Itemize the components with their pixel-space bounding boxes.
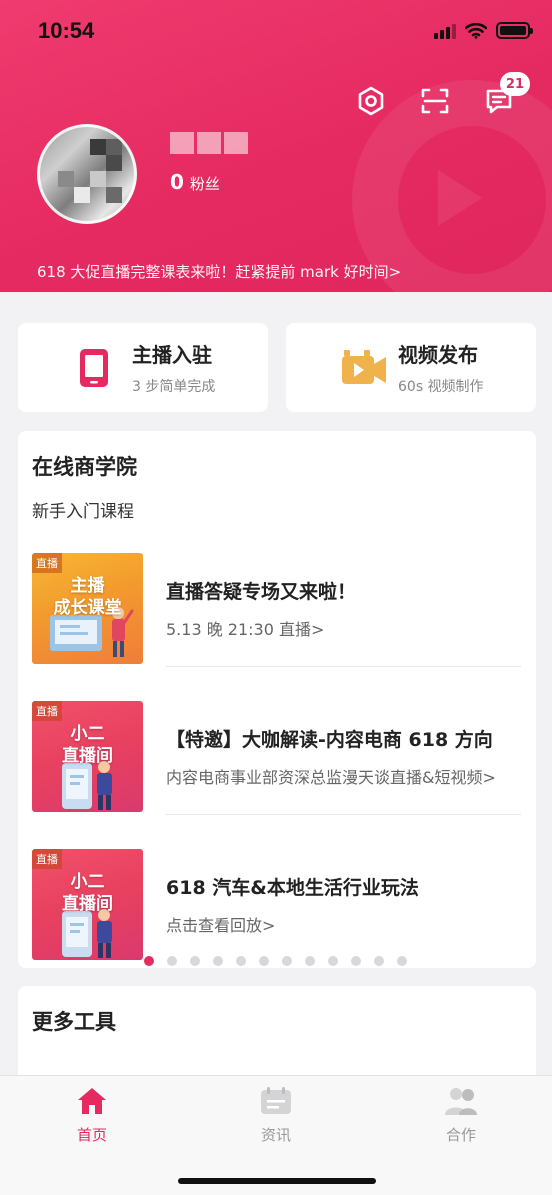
username-pixelated (170, 132, 248, 154)
course-item[interactable]: 直播 小二 直播间 【特邀】大咖解读-内容电商 618 方向 内容电商事业部资深… (32, 701, 522, 815)
video-camera-icon (340, 346, 388, 390)
fans-label: 粉丝 (189, 175, 220, 193)
live-tag: 直播 (32, 553, 62, 573)
divider (166, 666, 521, 667)
thumb-line-2: 直播间 (62, 746, 113, 766)
online-academy-card: 在线商学院 新手入门课程 直播 主播 成长课堂 直播答疑专场又来啦！ 5.13 … (18, 431, 536, 968)
status-time: 10:54 (38, 18, 95, 43)
course-title: 【特邀】大咖解读-内容电商 618 方向 (166, 729, 493, 751)
home-indicator (178, 1178, 376, 1184)
bottom-tab-bar: 首页 资讯 合作 (0, 1075, 552, 1195)
status-icons (434, 22, 533, 39)
course-thumbnail: 直播 小二 直播间 (32, 701, 143, 812)
cellular-signal-icon (434, 23, 456, 39)
home-icon (78, 1088, 106, 1114)
settings-button[interactable] (354, 84, 388, 118)
profile-header: 10:54 21 0 粉丝 618 大促直播完整课表来啦！赶紧提前 mark 好… (0, 0, 552, 292)
users-icon (445, 1088, 477, 1115)
academy-subtitle: 新手入门课程 (32, 502, 134, 522)
settings-hexagon-icon (358, 86, 384, 116)
promo-notice-link[interactable]: 618 大促直播完整课表来啦！赶紧提前 mark 好时间> (37, 261, 401, 282)
video-publish-title: 视频发布 (398, 343, 478, 367)
tab-news[interactable]: 资讯 (226, 1084, 326, 1145)
course-title: 618 汽车&本地生活行业玩法 (166, 877, 419, 899)
news-icon (261, 1087, 291, 1114)
pagination-dot[interactable] (328, 956, 338, 966)
divider (166, 814, 521, 815)
message-count-badge: 21 (499, 72, 530, 96)
pagination-dot[interactable] (351, 956, 361, 966)
video-publish-card[interactable]: 视频发布 60s 视频制作 (286, 323, 536, 412)
header-play-decoration (438, 170, 482, 226)
scan-button[interactable] (418, 84, 452, 118)
header-actions: 21 (354, 72, 530, 118)
pagination-dot[interactable] (282, 956, 292, 966)
course-item[interactable]: 直播 小二 直播间 618 汽车&本地生活行业玩法 点击查看回放> (32, 849, 522, 961)
battery-icon (496, 22, 533, 39)
course-desc: 点击查看回放> (166, 916, 276, 935)
tab-news-label: 资讯 (260, 1126, 291, 1144)
pagination-dot[interactable] (213, 956, 223, 966)
scan-icon (421, 88, 449, 114)
more-tools-title: 更多工具 (32, 1010, 116, 1034)
anchor-signup-card[interactable]: 主播入驻 3 步简单完成 (18, 323, 268, 412)
carousel-pagination[interactable] (144, 956, 407, 966)
pagination-dot-active[interactable] (144, 956, 154, 966)
fans-number: 0 (170, 170, 184, 194)
course-thumbnail: 直播 小二 直播间 (32, 849, 143, 960)
pagination-dot[interactable] (259, 956, 269, 966)
avatar[interactable] (37, 124, 137, 224)
course-title: 直播答疑专场又来啦！ (166, 581, 357, 603)
anchor-signup-subtitle: 3 步简单完成 (132, 379, 216, 395)
pagination-dot[interactable] (236, 956, 246, 966)
pagination-dot[interactable] (397, 956, 407, 966)
live-tag: 直播 (32, 701, 62, 721)
wifi-icon (465, 22, 487, 39)
phone-icon (74, 346, 114, 390)
tab-home-label: 首页 (76, 1126, 107, 1144)
thumb-line-2: 直播间 (62, 894, 113, 914)
live-tag: 直播 (32, 849, 62, 869)
tab-cooperation[interactable]: 合作 (411, 1084, 511, 1145)
pagination-dot[interactable] (374, 956, 384, 966)
pagination-dot[interactable] (190, 956, 200, 966)
tab-cooperation-label: 合作 (445, 1126, 476, 1144)
video-publish-subtitle: 60s 视频制作 (398, 379, 484, 395)
pagination-dot[interactable] (305, 956, 315, 966)
thumb-line-2: 成长课堂 (53, 598, 122, 618)
pagination-dot[interactable] (167, 956, 177, 966)
academy-title: 在线商学院 (32, 455, 137, 479)
course-desc: 内容电商事业部资深总监漫天谈直播&短视频> (166, 768, 496, 787)
fans-count[interactable]: 0 粉丝 (170, 170, 220, 194)
course-desc: 5.13 晚 21:30 直播> (166, 620, 325, 639)
course-thumbnail: 直播 主播 成长课堂 (32, 553, 143, 664)
messages-button[interactable]: 21 (482, 72, 530, 118)
tab-home[interactable]: 首页 (42, 1084, 142, 1145)
anchor-signup-title: 主播入驻 (132, 343, 212, 367)
course-item[interactable]: 直播 主播 成长课堂 直播答疑专场又来啦！ 5.13 晚 21:30 直播> (32, 553, 522, 667)
